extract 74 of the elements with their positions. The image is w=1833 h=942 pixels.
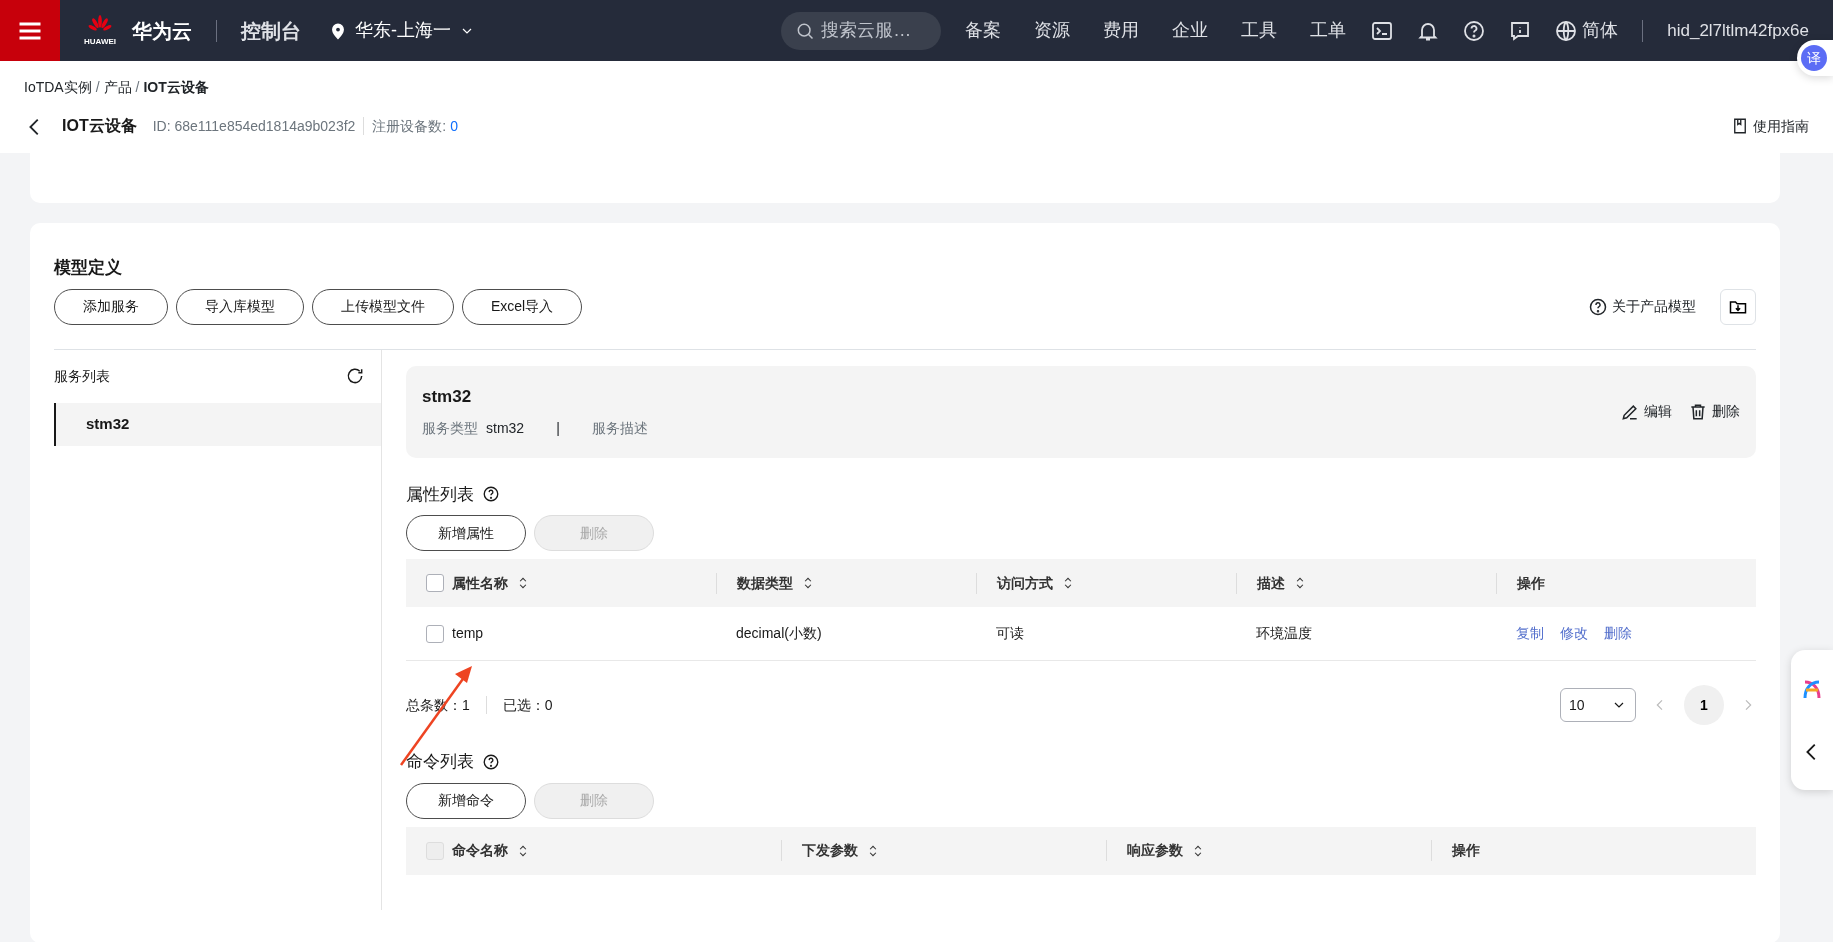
column-header: 命令名称	[452, 841, 508, 860]
region-selector[interactable]: 华东-上海一	[317, 11, 487, 50]
column-header: 描述	[1257, 573, 1285, 593]
page-button[interactable]: 1	[1684, 685, 1724, 725]
search-field[interactable]: 搜索云服…	[781, 11, 942, 50]
service-type-label: 服务类型	[422, 418, 478, 438]
registered-devices-count: 0	[450, 116, 459, 136]
nav-link[interactable]: 费用	[1103, 17, 1140, 44]
column-header: 操作	[1517, 573, 1545, 593]
registered-devices-label: 注册设备数:	[372, 116, 447, 136]
section-title: 命令列表	[406, 751, 474, 773]
nav-link[interactable]: 工具	[1241, 17, 1278, 44]
service-action-link[interactable]: 编辑	[1620, 401, 1672, 422]
help-icon	[482, 485, 500, 504]
brand-name: 华为云	[132, 18, 192, 44]
column-header: 数据类型	[737, 573, 793, 593]
language-selector[interactable]: 简体	[1554, 17, 1619, 44]
action-button[interactable]: 新增属性	[406, 515, 526, 551]
action-button[interactable]: 上传模型文件	[312, 288, 454, 325]
table-cell-text: decimal(小数)	[736, 624, 822, 643]
table-action-link[interactable]: 删除	[1604, 623, 1632, 644]
breadcrumb-link[interactable]: 产品	[103, 77, 132, 98]
page-title: IOT云设备	[62, 116, 137, 136]
panel-title: 服务列表	[54, 366, 110, 386]
checkbox[interactable]	[426, 574, 444, 592]
page-size-select[interactable]: 10	[1560, 688, 1636, 722]
column-header: 操作	[1452, 841, 1480, 860]
help-icon	[482, 752, 500, 771]
export-button[interactable]	[1720, 288, 1756, 325]
user-account-link[interactable]: hid_2l7ltlm42fpx6e	[1667, 17, 1809, 44]
help-icon[interactable]	[1462, 18, 1487, 43]
book-icon	[1731, 117, 1749, 135]
service-name: stm32	[422, 386, 473, 409]
table-cell-text: temp	[452, 624, 484, 643]
column-header: 属性名称	[452, 573, 508, 593]
column-header: 访问方式	[997, 573, 1053, 593]
product-id: ID: 68e111e854ed1814a9b023f2	[152, 116, 356, 136]
action-button[interactable]: Excel导入	[462, 288, 583, 325]
checkbox[interactable]	[426, 624, 444, 643]
breadcrumb-separator: /	[95, 78, 100, 97]
column-header: 下发参数	[802, 841, 858, 860]
about-model-link[interactable]: 关于产品模型	[1588, 296, 1696, 317]
table-cell-text: 可读	[996, 624, 1024, 643]
logo-text: HUAWEI	[84, 35, 116, 48]
nav-link[interactable]: 备案	[965, 17, 1002, 44]
service-description-label: 服务描述	[591, 418, 648, 438]
help-icon	[1588, 296, 1608, 317]
column-header: 响应参数	[1127, 841, 1183, 860]
service-action-link[interactable]: 删除	[1688, 401, 1740, 422]
selected-count: 已选：0	[502, 695, 553, 715]
globe-icon	[1554, 18, 1579, 43]
nav-link[interactable]: 工单	[1310, 17, 1347, 44]
breadcrumb-separator: /	[135, 78, 140, 97]
action-button[interactable]: 添加服务	[54, 288, 168, 325]
table-cell-text: 环境温度	[1256, 624, 1312, 643]
location-pin-icon	[329, 21, 347, 40]
action-button[interactable]: 导入库模型	[176, 288, 304, 325]
service-list-item[interactable]: stm32	[54, 402, 381, 446]
nav-link[interactable]: 资源	[1034, 17, 1071, 44]
separator-text: |	[556, 418, 560, 438]
section-title: 属性列表	[406, 483, 474, 506]
user-guide-link[interactable]: 使用指南	[1731, 115, 1809, 137]
nav-link[interactable]: 企业	[1172, 17, 1209, 44]
console-link[interactable]: 控制台	[241, 15, 301, 46]
breadcrumb-link[interactable]: IoTDA实例	[24, 77, 92, 98]
action-button[interactable]: 新增命令	[406, 782, 526, 819]
translate-button[interactable]: 译	[1801, 45, 1827, 71]
table-action-link[interactable]: 复制	[1516, 623, 1544, 644]
table-action-link[interactable]: 修改	[1560, 623, 1588, 644]
menu-button[interactable]	[0, 0, 60, 61]
breadcrumb-link[interactable]: IOT云设备	[143, 77, 209, 98]
refresh-icon[interactable]	[345, 366, 365, 386]
section-title: 模型定义	[54, 257, 123, 279]
service-type-value: stm32	[486, 418, 525, 438]
